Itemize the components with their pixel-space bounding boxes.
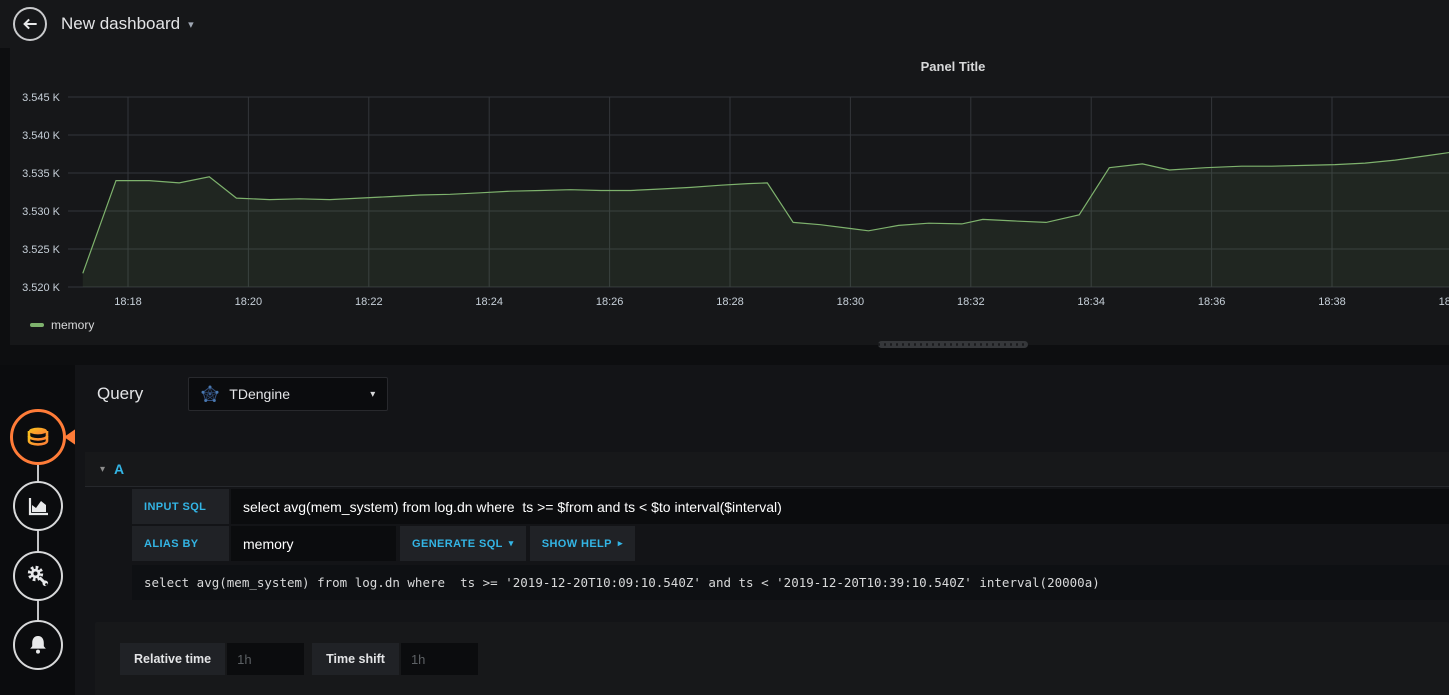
time-options-row: Relative time Time shift	[120, 643, 478, 675]
legend-swatch	[30, 323, 44, 327]
svg-text:18:34: 18:34	[1077, 296, 1105, 308]
alias-by-label: ALIAS BY	[132, 526, 229, 561]
chevron-down-icon: ▾	[188, 18, 194, 31]
svg-text:18:24: 18:24	[475, 296, 503, 308]
bell-icon	[30, 636, 46, 654]
svg-text:18:40: 18:40	[1439, 296, 1449, 308]
svg-text:3.525 K: 3.525 K	[22, 244, 61, 256]
svg-text:18:36: 18:36	[1198, 296, 1226, 308]
svg-text:3.545 K: 3.545 K	[22, 92, 61, 104]
tab-queries[interactable]	[10, 409, 66, 465]
svg-text:18:32: 18:32	[957, 296, 985, 308]
tab-general[interactable]	[13, 551, 63, 601]
memory-chart[interactable]: 3.545 K 3.540 K 3.535 K 3.530 K 3.525 K 3.520…	[10, 48, 1449, 345]
generate-sql-button[interactable]: GENERATE SQL ▾	[400, 526, 526, 561]
query-row-header[interactable]: ▾ A	[85, 452, 1449, 487]
svg-text:18:28: 18:28	[716, 296, 744, 308]
svg-text:18:30: 18:30	[837, 296, 865, 308]
chevron-down-icon: ▾	[370, 388, 376, 400]
time-options-card: Relative time Time shift	[95, 622, 1449, 695]
chevron-down-icon: ▾	[508, 538, 514, 548]
datasource-picker[interactable]: TDengine ▾	[188, 377, 389, 411]
generate-sql-label: GENERATE SQL	[412, 537, 503, 550]
dashboard-title[interactable]: New dashboard	[61, 14, 180, 34]
show-help-label: SHOW HELP	[541, 537, 612, 550]
show-help-button[interactable]: SHOW HELP ▸	[529, 526, 635, 561]
alias-by-field[interactable]	[231, 526, 396, 561]
panel-resize-handle[interactable]	[878, 341, 1028, 348]
back-button[interactable]	[13, 7, 47, 41]
svg-text:18:20: 18:20	[235, 296, 263, 308]
top-toolbar: New dashboard ▾	[0, 0, 1449, 48]
input-sql-row: INPUT SQL	[132, 489, 1449, 524]
legend-item-memory[interactable]: memory	[30, 318, 94, 332]
generated-sql-text: select avg(mem_system) from log.dn where…	[132, 565, 1449, 600]
relative-time-field[interactable]	[227, 643, 305, 675]
query-ref-id: A	[114, 461, 125, 477]
grafana-panel-edit-screen: New dashboard ▾ 3.545 K 3.540 K 3.535 K 3.5…	[0, 0, 1449, 695]
time-shift-label: Time shift	[312, 643, 399, 675]
chevron-right-icon: ▸	[617, 538, 623, 548]
svg-text:18:38: 18:38	[1318, 296, 1346, 308]
arrow-left-icon	[23, 18, 37, 30]
input-sql-label: INPUT SQL	[132, 489, 229, 524]
svg-text:18:26: 18:26	[596, 296, 624, 308]
alias-by-row: ALIAS BY GENERATE SQL ▾ SHOW HELP ▸	[132, 526, 1449, 561]
gear-wrench-icon	[27, 565, 49, 587]
svg-text:18:18: 18:18	[114, 296, 142, 308]
area-chart-icon	[28, 498, 48, 516]
tab-visualization[interactable]	[13, 481, 63, 531]
legend-label: memory	[51, 318, 95, 332]
svg-text:3.530 K: 3.530 K	[22, 206, 61, 218]
graph-panel: 3.545 K 3.540 K 3.535 K 3.530 K 3.525 K 3.520…	[10, 48, 1449, 345]
time-shift-field[interactable]	[400, 643, 478, 675]
query-header: Query TDengine ▾	[97, 377, 389, 411]
collapse-caret-icon: ▾	[100, 463, 106, 475]
svg-text:3.540 K: 3.540 K	[22, 130, 61, 142]
svg-text:18:22: 18:22	[355, 296, 383, 308]
input-sql-field[interactable]	[231, 489, 1449, 524]
tab-alert[interactable]	[13, 620, 63, 670]
svg-text:3.535 K: 3.535 K	[22, 168, 61, 180]
tdengine-logo-icon	[201, 385, 219, 402]
panel-title[interactable]: Panel Title	[921, 59, 986, 74]
datasource-name: TDengine	[229, 386, 290, 402]
svg-text:3.520 K: 3.520 K	[22, 282, 61, 294]
tab-connector-line	[37, 437, 39, 645]
query-editor-pane: Query TDengine ▾ ▾ A INPUT SQL AL	[75, 365, 1449, 695]
relative-time-label: Relative time	[120, 643, 226, 675]
database-icon	[27, 427, 49, 446]
query-section-label: Query	[97, 384, 144, 403]
